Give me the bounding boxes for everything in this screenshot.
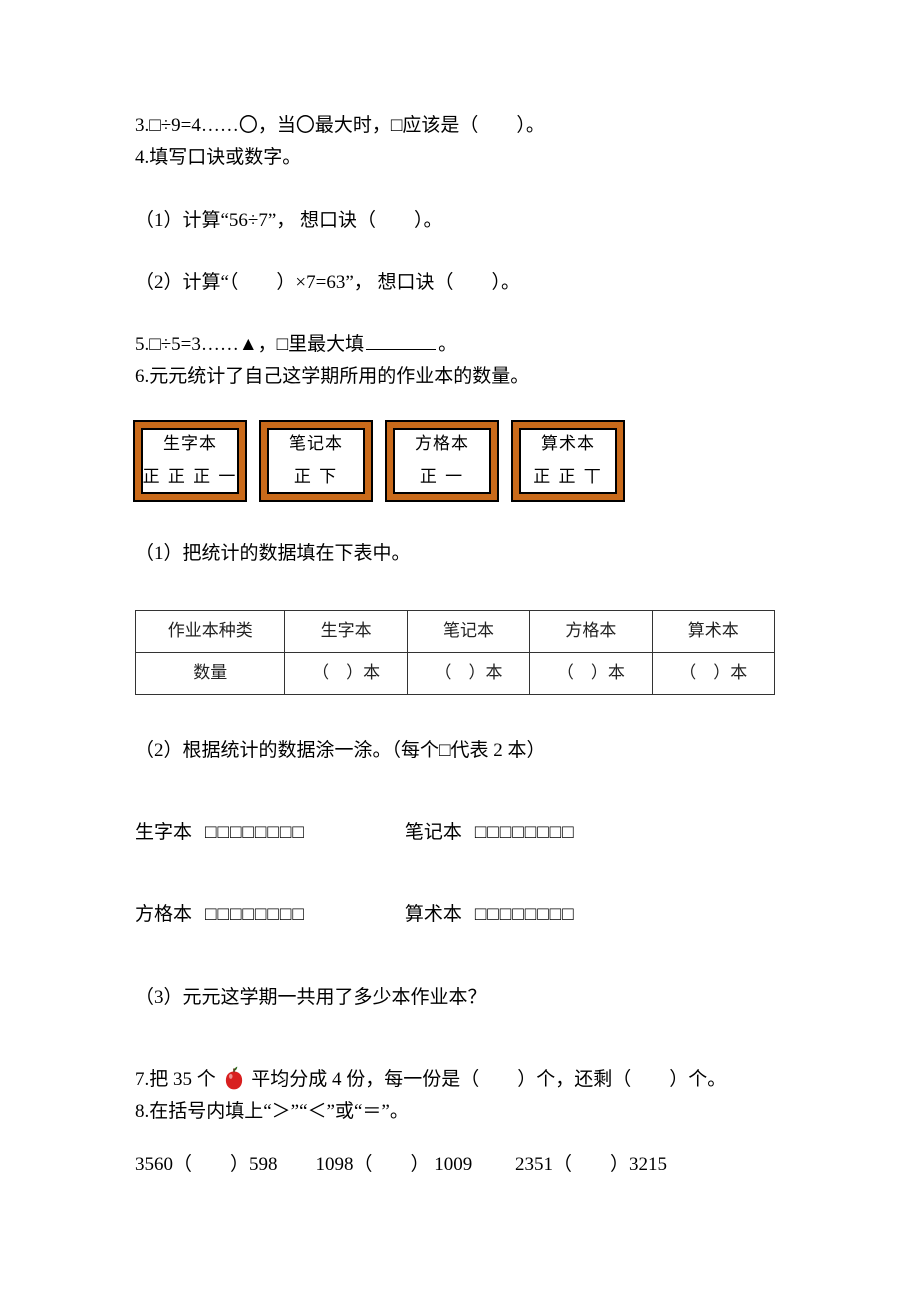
question-8-line: 3560（ ）598 1098（ ） 1009 2351（ ）3215 xyxy=(135,1149,785,1181)
question-6-sub2: （2）根据统计的数据涂一涂。（每个□代表 2 本） xyxy=(135,735,785,767)
blank-underline xyxy=(366,349,436,350)
coloring-boxes: □□□□□□□□ xyxy=(475,817,575,849)
tally-box: 笔记本 正 下 xyxy=(261,422,371,500)
q7-post-text: 平均分成 4 份，每一份是（ ）个，还剩（ ）个。 xyxy=(251,1069,726,1090)
table-header-cell: 方格本 xyxy=(530,611,652,653)
q5-post-text: 。 xyxy=(438,334,457,355)
table-header-cell: 作业本种类 xyxy=(136,611,285,653)
table-cell: 数量 xyxy=(136,652,285,694)
question-4: 4.填写口诀或数字。 xyxy=(135,142,785,174)
coloring-label: 笔记本 xyxy=(405,817,475,849)
coloring-line: 生字本 □□□□□□□□ 笔记本 □□□□□□□□ xyxy=(135,817,785,849)
q7-pre-text: 7.把 35 个 xyxy=(135,1069,216,1090)
coloring-label: 方格本 xyxy=(135,899,205,931)
coloring-label: 算术本 xyxy=(405,899,475,931)
table-header-cell: 笔记本 xyxy=(407,611,529,653)
tally-box-name: 算术本 xyxy=(541,430,595,459)
coloring-boxes: □□□□□□□□ xyxy=(205,899,305,931)
table-header-cell: 生字本 xyxy=(285,611,407,653)
question-6-sub1: （1）把统计的数据填在下表中。 xyxy=(135,538,785,570)
table-cell: （ ）本 xyxy=(407,652,529,694)
question-4-sub2: （2）计算“（ ）×7=63”， 想口诀（ ）。 xyxy=(135,267,785,299)
tally-box-marks: 正 正 正 一 xyxy=(143,463,238,492)
question-6-sub3: （3）元元这学期一共用了多少本作业本？ xyxy=(135,982,785,1014)
table-cell: （ ）本 xyxy=(652,652,774,694)
table-row: 作业本种类 生字本 笔记本 方格本 算术本 xyxy=(136,611,775,653)
tally-box-marks: 正 正 丅 xyxy=(533,463,603,492)
coloring-label: 生字本 xyxy=(135,817,205,849)
table-cell: （ ）本 xyxy=(530,652,652,694)
coloring-line: 方格本 □□□□□□□□ 算术本 □□□□□□□□ xyxy=(135,899,785,931)
tally-box: 生字本 正 正 正 一 xyxy=(135,422,245,500)
tally-box-name: 方格本 xyxy=(415,430,469,459)
question-4-sub1: （1）计算“56÷7”， 想口诀（ ）。 xyxy=(135,205,785,237)
tally-box-marks: 正 下 xyxy=(294,463,338,492)
q5-pre-text: 5.□÷5=3……▲，□里最大填 xyxy=(135,334,364,355)
tally-box: 方格本 正 一 xyxy=(387,422,497,500)
tally-box-name: 笔记本 xyxy=(289,430,343,459)
table-row: 数量 （ ）本 （ ）本 （ ）本 （ ）本 xyxy=(136,652,775,694)
table-header-cell: 算术本 xyxy=(652,611,774,653)
question-5: 5.□÷5=3……▲，□里最大填 。 xyxy=(135,329,785,361)
tally-box-name: 生字本 xyxy=(163,430,217,459)
question-6: 6.元元统计了自己这学期所用的作业本的数量。 xyxy=(135,361,785,393)
statistics-table: 作业本种类 生字本 笔记本 方格本 算术本 数量 （ ）本 （ ）本 （ ）本 … xyxy=(135,610,775,695)
coloring-boxes: □□□□□□□□ xyxy=(475,899,575,931)
tally-box: 算术本 正 正 丅 xyxy=(513,422,623,500)
tally-box-marks: 正 一 xyxy=(420,463,464,492)
tally-boxes-row: 生字本 正 正 正 一 笔记本 正 下 方格本 正 一 算术本 正 正 丅 xyxy=(135,422,785,500)
question-3: 3.□÷9=4……〇，当〇最大时，□应该是（ ）。 xyxy=(135,110,785,142)
coloring-boxes: □□□□□□□□ xyxy=(205,817,305,849)
table-cell: （ ）本 xyxy=(285,652,407,694)
worksheet-page: 3.□÷9=4……〇，当〇最大时，□应该是（ ）。 4.填写口诀或数字。 （1）… xyxy=(0,0,920,1302)
apple-icon xyxy=(221,1065,247,1091)
question-8: 8.在括号内填上“＞”“＜”或“＝”。 xyxy=(135,1096,785,1128)
question-7: 7.把 35 个 平均分成 4 份，每一份是（ ）个，还剩（ ）个。 xyxy=(135,1064,785,1096)
coloring-grid: 生字本 □□□□□□□□ 笔记本 □□□□□□□□ 方格本 □□□□□□□□ 算… xyxy=(135,817,785,932)
